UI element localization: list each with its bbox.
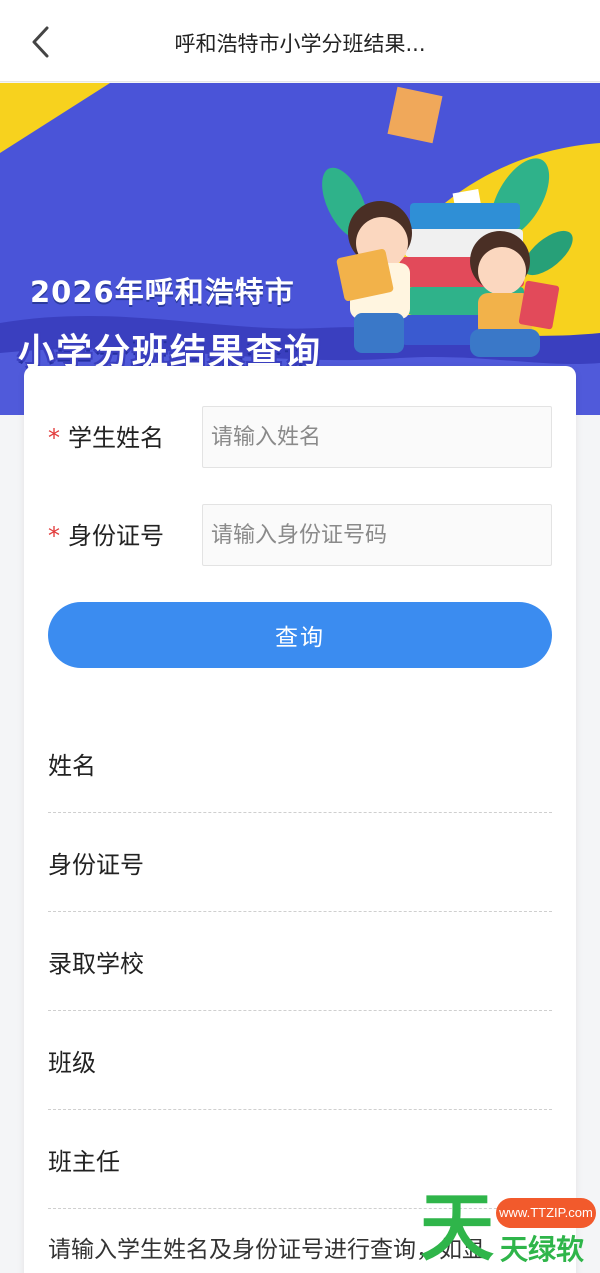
banner-year-title: 2026年呼和浩特市: [30, 275, 295, 309]
id-label-text: 身份证号: [68, 522, 164, 550]
page-title: 呼和浩特市小学分班结果...: [174, 32, 426, 56]
query-button[interactable]: 查询: [48, 602, 552, 668]
nav-bar: 呼和浩特市小学分班结果...: [0, 0, 600, 82]
watermark-logo-char: 天: [420, 1185, 494, 1271]
chevron-left-icon: [32, 26, 49, 58]
watermark-url: www.TTZIP.com: [496, 1198, 596, 1228]
id-number-input[interactable]: [202, 504, 552, 566]
name-row: * 学生姓名: [48, 406, 552, 468]
id-label: * 身份证号: [48, 516, 164, 551]
result-field-class: 班级: [48, 1011, 552, 1110]
query-card: *学生姓名 *身份证号 查询 姓名 身份证号 录取学校 班级 班主任 请输入学生…: [24, 366, 576, 1273]
required-mark: *: [48, 522, 60, 550]
result-field-id-number: 身份证号: [48, 813, 552, 912]
result-field-name: 姓名: [48, 714, 552, 813]
back-button[interactable]: [22, 22, 58, 62]
name-label-text: 学生姓名: [68, 424, 164, 452]
site-watermark: 天 www.TTZIP.com 天绿软: [420, 1188, 600, 1273]
name-label: * 学生姓名: [48, 418, 164, 453]
watermark-name: 天绿软: [500, 1233, 585, 1266]
result-field-school: 录取学校: [48, 912, 552, 1011]
result-list: 姓名 身份证号 录取学校 班级 班主任: [48, 714, 552, 1209]
id-row: * 身份证号: [48, 504, 552, 566]
name-input[interactable]: [202, 406, 552, 468]
required-mark: *: [48, 424, 60, 452]
